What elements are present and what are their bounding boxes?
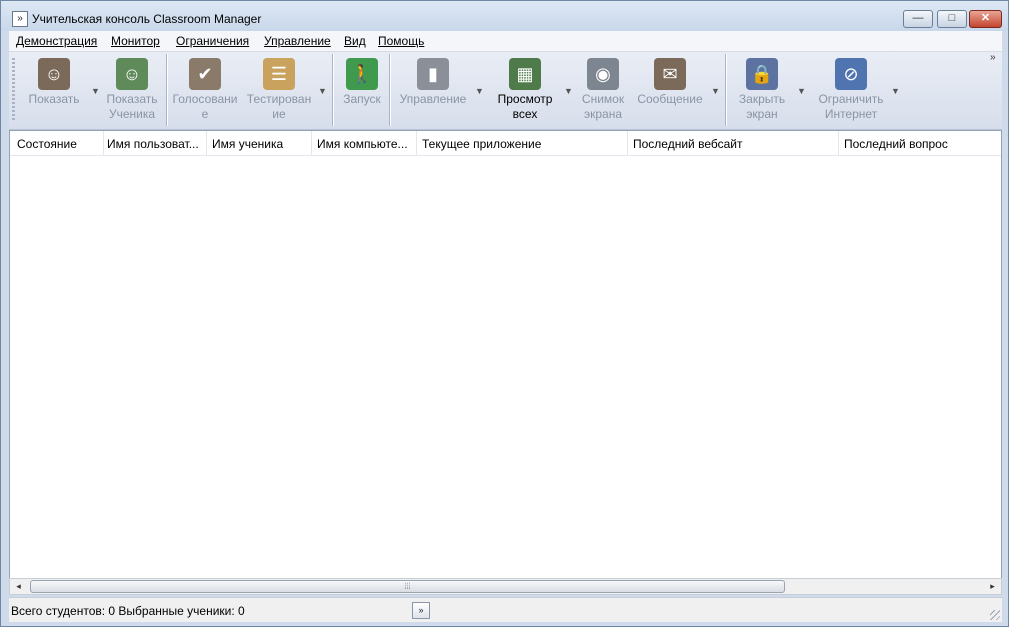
column-header-computer-name[interactable]: Имя компьюте... xyxy=(317,137,413,151)
minimize-button[interactable]: — xyxy=(903,10,933,28)
test-icon: ☰ xyxy=(263,58,295,90)
chevron-down-icon[interactable]: ▼ xyxy=(91,86,100,96)
app-icon: » xyxy=(12,11,28,27)
column-divider[interactable] xyxy=(206,131,207,155)
chevron-down-icon[interactable]: ▼ xyxy=(475,86,484,96)
show-teacher-button[interactable]: ☺ Показать xyxy=(23,55,85,107)
menu-demonstration[interactable]: Демонстрация xyxy=(16,34,97,48)
column-divider[interactable] xyxy=(627,131,628,155)
toolbar: ☺ Показать ▼ ☺ Показать Ученика ✔ Голосо… xyxy=(9,52,1002,130)
grip-icon: ⦙⦙⦙ xyxy=(404,581,411,591)
column-divider[interactable] xyxy=(416,131,417,155)
column-header-last-question[interactable]: Последний вопрос xyxy=(844,137,994,151)
student-list[interactable]: Состояние Имя пользоват... Имя ученика И… xyxy=(9,130,1002,579)
window-title: Учительская консоль Classroom Manager xyxy=(32,12,262,26)
scroll-right-icon[interactable]: ▸ xyxy=(984,579,1001,594)
run-icon: 🚶 xyxy=(346,58,378,90)
menu-restrictions[interactable]: Ограничения xyxy=(176,34,249,48)
toolbar-separator xyxy=(332,54,333,126)
show-student-button[interactable]: ☺ Показать Ученика xyxy=(101,55,163,122)
column-header-student-name[interactable]: Имя ученика xyxy=(212,137,308,151)
column-header-username[interactable]: Имя пользоват... xyxy=(107,137,203,151)
scroll-left-icon[interactable]: ◂ xyxy=(10,579,27,594)
status-bar: Всего студентов: 0 Выбранные ученики: 0 … xyxy=(9,597,1002,622)
horizontal-scrollbar[interactable]: ◂ ⦙⦙⦙ ▸ xyxy=(9,578,1002,595)
status-expand-button[interactable]: » xyxy=(412,602,430,619)
chevron-down-icon[interactable]: ▼ xyxy=(711,86,720,96)
toolbar-overflow-button[interactable]: » xyxy=(990,52,996,63)
column-header-last-website[interactable]: Последний вебсайт xyxy=(633,137,833,151)
chevron-down-icon[interactable]: ▼ xyxy=(564,86,573,96)
title-bar[interactable]: » Учительская консоль Classroom Manager … xyxy=(1,1,1008,31)
lock-screen-button[interactable]: 🔒 Закрыть экран xyxy=(731,55,793,122)
test-button[interactable]: ☰ Тестирован ие xyxy=(245,55,313,122)
view-all-button[interactable]: ▦ Просмотр всех xyxy=(493,55,557,122)
student-present-icon: ☺ xyxy=(116,58,148,90)
column-header-current-app[interactable]: Текущее приложение xyxy=(422,137,622,151)
message-icon: ✉ xyxy=(654,58,686,90)
menu-monitor[interactable]: Монитор xyxy=(111,34,160,48)
block-internet-icon: ⊘ xyxy=(835,58,867,90)
column-divider[interactable] xyxy=(311,131,312,155)
close-button[interactable]: ✕ xyxy=(969,10,1002,28)
remote-control-button[interactable]: ▮ Управление xyxy=(397,55,469,107)
toolbar-separator xyxy=(389,54,390,126)
menu-help[interactable]: Помощь xyxy=(378,34,424,48)
column-divider[interactable] xyxy=(838,131,839,155)
run-button[interactable]: 🚶 Запуск xyxy=(339,55,385,107)
camera-icon: ◉ xyxy=(587,58,619,90)
block-internet-button[interactable]: ⊘ Ограничить Интернет xyxy=(813,55,889,122)
teacher-present-icon: ☺ xyxy=(38,58,70,90)
app-window: » Учительская консоль Classroom Manager … xyxy=(0,0,1009,627)
message-button[interactable]: ✉ Сообщение xyxy=(635,55,705,107)
column-header-status[interactable]: Состояние xyxy=(17,137,103,151)
column-divider[interactable] xyxy=(103,131,104,155)
resize-grip-icon[interactable] xyxy=(990,610,1000,620)
scrollbar-thumb[interactable]: ⦙⦙⦙ xyxy=(30,580,785,593)
menu-bar: Демонстрация Монитор Ограничения Управле… xyxy=(9,31,1002,52)
chevron-down-icon[interactable]: ▼ xyxy=(797,86,806,96)
vote-icon: ✔ xyxy=(189,58,221,90)
student-count-status: Всего студентов: 0 Выбранные ученики: 0 xyxy=(11,604,245,618)
vote-button[interactable]: ✔ Голосовани е xyxy=(171,55,239,122)
remote-control-icon: ▮ xyxy=(417,58,449,90)
toolbar-grip[interactable] xyxy=(12,58,15,122)
column-header-row: Состояние Имя пользоват... Имя ученика И… xyxy=(10,131,1001,156)
toolbar-separator xyxy=(725,54,726,126)
menu-management[interactable]: Управление xyxy=(264,34,331,48)
view-all-icon: ▦ xyxy=(509,58,541,90)
toolbar-separator xyxy=(166,54,167,126)
screenshot-button[interactable]: ◉ Снимок экрана xyxy=(577,55,629,122)
lock-screen-icon: 🔒 xyxy=(746,58,778,90)
maximize-button[interactable]: □ xyxy=(937,10,967,28)
chevron-down-icon[interactable]: ▼ xyxy=(891,86,900,96)
menu-view[interactable]: Вид xyxy=(344,34,366,48)
chevron-down-icon[interactable]: ▼ xyxy=(318,86,327,96)
